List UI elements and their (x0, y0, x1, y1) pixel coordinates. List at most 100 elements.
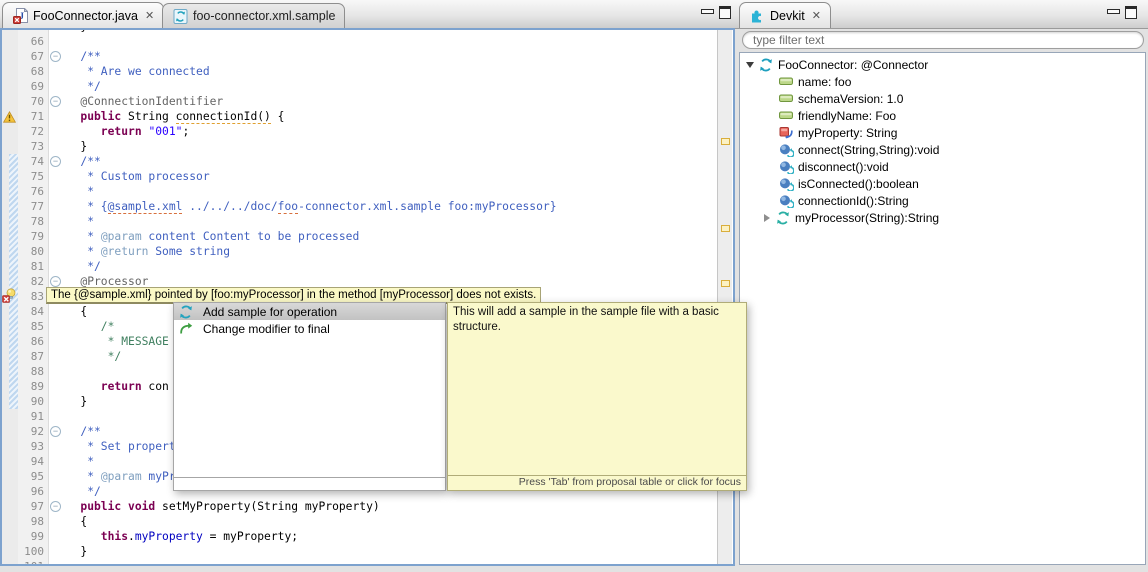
tab-foo-connector-xml-sample[interactable]: foo-connector.xml.sample (162, 3, 346, 28)
code-token: */ (60, 80, 101, 93)
code-line[interactable]: * {@sample.xml ../../../doc/foo-connecto… (60, 199, 557, 214)
line-number: 82 (30, 275, 44, 288)
code-line[interactable]: /** (60, 49, 101, 64)
tree-item[interactable]: FooConnector: @Connector (740, 56, 1145, 73)
code-line[interactable]: * Custom processor (60, 169, 209, 184)
code-token: @return (100, 245, 149, 258)
code-line[interactable]: } (60, 139, 87, 154)
code-line[interactable]: * @param content Content to be processed (60, 229, 359, 244)
code-token: { (60, 305, 88, 318)
quickfix-item[interactable]: Change modifier to final (174, 320, 445, 337)
code-token: foo (277, 200, 299, 214)
line-number: 66 (30, 35, 44, 48)
code-line[interactable]: } (60, 394, 87, 409)
code-token: { (60, 515, 88, 528)
devkit-tree[interactable]: FooConnector: @Connector name: foo schemaV… (739, 52, 1146, 565)
sample-file-icon (172, 8, 188, 24)
code-line[interactable]: * @return Some string (60, 244, 230, 259)
line-number: 81 (30, 260, 44, 273)
line-number: 88 (30, 365, 44, 378)
line-number: 101 (24, 559, 44, 564)
code-line[interactable]: */ (60, 484, 101, 499)
code-line[interactable]: */ (60, 259, 101, 274)
quickfix-item[interactable]: Add sample for operation (174, 303, 445, 320)
code-line[interactable]: */ (60, 349, 122, 364)
warning-icon[interactable] (2, 110, 17, 128)
close-icon[interactable]: ✕ (812, 9, 821, 22)
code-line[interactable]: this.myProperty = myProperty; (60, 529, 298, 544)
code-line[interactable]: { (60, 514, 87, 529)
code-line[interactable]: /** (60, 154, 100, 169)
proposal-info-panel[interactable]: This will add a sample in the sample fil… (447, 302, 747, 491)
code-line[interactable]: return con (60, 379, 169, 394)
code-line[interactable]: * Set propert (60, 439, 175, 454)
line-number: 68 (30, 65, 44, 78)
code-token: ../../../doc/ (182, 200, 278, 213)
quickfix-popup[interactable]: Add sample for operation Change modifier … (173, 302, 446, 491)
code-token: /** (60, 425, 101, 438)
tree-item[interactable]: isConnected():boolean (740, 175, 1145, 192)
overview-warning-marker[interactable] (721, 138, 730, 145)
code-line[interactable]: * (60, 454, 94, 469)
code-line[interactable]: * (60, 184, 94, 199)
minimize-button[interactable] (1107, 9, 1120, 14)
overview-warning-marker[interactable] (721, 225, 730, 232)
overview-warning-marker[interactable] (721, 280, 730, 287)
code-token: setMyProperty(String myProperty) (155, 500, 380, 513)
tree-item[interactable]: myProcessor(String):String (740, 209, 1145, 226)
maximize-button[interactable] (719, 6, 731, 19)
code-line[interactable]: * MESSAGE (60, 334, 169, 349)
code-line[interactable]: { (60, 304, 87, 319)
tab-label: Devkit (770, 8, 805, 23)
code-token: } (60, 545, 88, 558)
code-line[interactable]: * (60, 214, 94, 229)
code-token: /** (60, 50, 101, 63)
tree-item-label: disconnect():void (798, 159, 889, 174)
code-line[interactable]: } (60, 544, 87, 559)
code-line[interactable]: public String connectionId() { (60, 109, 284, 124)
line-number: 87 (30, 350, 44, 363)
code-line[interactable]: */ (60, 79, 101, 94)
code-token: } (60, 395, 88, 408)
code-line[interactable]: return "001"; (60, 124, 189, 139)
code-line[interactable]: public void setMyProperty(String myPrope… (60, 499, 380, 514)
line-number: 97 (30, 500, 44, 513)
code-token: * (60, 215, 95, 228)
close-icon[interactable]: ✕ (145, 9, 154, 22)
tree-item[interactable]: connectionId():String (740, 192, 1145, 209)
line-number: 85 (30, 320, 44, 333)
code-line[interactable]: /** (60, 424, 101, 439)
maximize-button[interactable] (1125, 6, 1137, 19)
minimize-button[interactable] (701, 9, 714, 14)
code-token: this (60, 530, 129, 543)
tree-expand-arrow-icon[interactable] (746, 61, 754, 68)
code-token: public (60, 500, 122, 513)
tab-fooconnector-java[interactable]: J FooConnector.java ✕ (2, 2, 165, 28)
code-token: myProperty (134, 530, 203, 543)
code-token: * MESSAGE (60, 335, 169, 348)
proposal-info-footer: Press 'Tab' from proposal table or click… (448, 475, 746, 490)
quickfix-item-label: Change modifier to final (203, 321, 330, 336)
tree-item-label: isConnected():boolean (798, 176, 919, 191)
tree-item[interactable]: name: foo (740, 73, 1145, 90)
filter-input[interactable] (742, 31, 1144, 49)
code-line[interactable]: } (60, 30, 87, 34)
code-line[interactable]: * Are we connected (60, 64, 209, 79)
tree-item[interactable]: schemaVersion: 1.0 (740, 90, 1145, 107)
tree-item[interactable]: friendlyName: Foo (740, 107, 1145, 124)
tree-item[interactable]: disconnect():void (740, 158, 1145, 175)
tree-item[interactable]: myProperty: String (740, 124, 1145, 141)
tab-devkit[interactable]: Devkit ✕ (739, 2, 831, 28)
error-quickfix-icon[interactable] (2, 288, 18, 308)
code-line[interactable]: @ConnectionIdentifier (60, 94, 223, 109)
code-token: Some string (148, 245, 231, 258)
quickfix-popup-footer (174, 477, 445, 490)
code-line[interactable]: * @param myPr (60, 469, 175, 484)
tree-item-label: connectionId():String (798, 193, 909, 208)
code-token: return (60, 380, 142, 393)
tree-item[interactable]: connect(String,String):void (740, 141, 1145, 158)
tree-collapse-arrow-icon[interactable] (764, 213, 770, 222)
line-number: 98 (30, 515, 44, 528)
line-number: 67 (30, 50, 44, 63)
code-line[interactable]: /* (60, 319, 115, 334)
